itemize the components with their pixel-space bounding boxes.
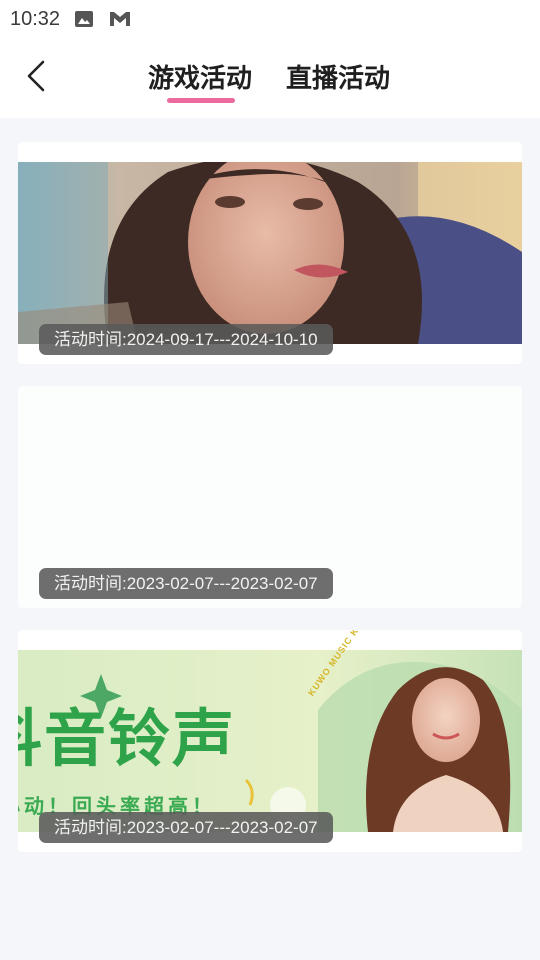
tab-game-activities[interactable]: 游戏活动 — [148, 58, 252, 98]
activity-banner-image — [18, 162, 522, 344]
tab-live-activities[interactable]: 直播活动 — [286, 58, 390, 98]
activity-date-badge: 活动时间:2023-02-07---2023-02-07 — [39, 812, 333, 843]
activity-list: 活动时间:2024-09-17---2024-10-10 活动时间:2023-0… — [0, 118, 540, 960]
chevron-left-icon — [25, 59, 47, 97]
mail-icon — [108, 9, 132, 29]
activity-card[interactable]: 抖音铃声 心动！回头率超高！ KUWO MUSIC KUWO MUSIC 活动时… — [18, 630, 522, 852]
activity-card[interactable]: 活动时间:2023-02-07---2023-02-07 — [18, 386, 522, 608]
banner-headline: 抖音铃声 — [18, 702, 237, 775]
back-button[interactable] — [18, 56, 54, 100]
activity-date-badge: 活动时间:2023-02-07---2023-02-07 — [39, 568, 333, 599]
image-icon — [74, 10, 94, 28]
activity-card[interactable]: 活动时间:2024-09-17---2024-10-10 — [18, 142, 522, 364]
header: 游戏活动 直播活动 — [0, 38, 540, 118]
status-time: 10:32 — [10, 7, 61, 30]
activity-date-badge: 活动时间:2024-09-17---2024-10-10 — [39, 324, 333, 355]
active-tab-indicator — [167, 98, 235, 103]
status-bar: 10:32 — [0, 0, 540, 38]
activity-banner-image — [18, 406, 522, 588]
